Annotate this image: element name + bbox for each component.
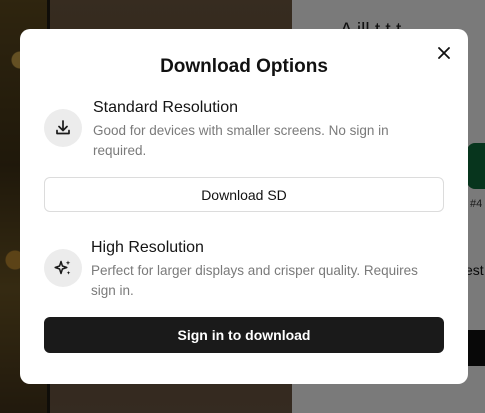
sparkles-icon-wrapper xyxy=(44,249,82,287)
sparkles-icon xyxy=(54,260,71,275)
download-sd-button[interactable]: Download SD xyxy=(44,177,444,212)
high-resolution-description: Perfect for larger displays and crisper … xyxy=(91,263,418,298)
standard-resolution-description: Good for devices with smaller screens. N… xyxy=(93,123,389,158)
download-icon-wrapper xyxy=(44,109,82,147)
download-options-dialog: Download Options Standard Resolution Goo… xyxy=(20,29,468,384)
download-icon xyxy=(56,120,70,135)
standard-resolution-option: Standard Resolution Good for devices wit… xyxy=(44,99,444,169)
standard-resolution-title: Standard Resolution xyxy=(93,99,238,116)
dialog-title: Download Options xyxy=(160,56,328,77)
sign-in-to-download-button[interactable]: Sign in to download xyxy=(44,317,444,353)
high-resolution-option: High Resolution Perfect for larger displ… xyxy=(44,239,444,309)
high-resolution-title: High Resolution xyxy=(91,239,204,256)
page: A ill t t t ion s. #4 est Download Optio… xyxy=(0,0,485,413)
